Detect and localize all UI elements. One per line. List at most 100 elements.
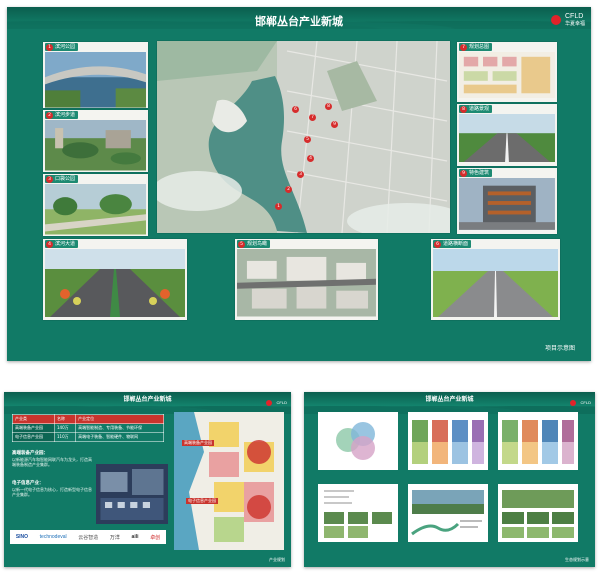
aerial-render bbox=[237, 249, 376, 317]
table-header: 名称 bbox=[53, 414, 77, 424]
card-label: 道路景观 bbox=[469, 106, 490, 112]
industry-board-logo: CFLD bbox=[266, 394, 287, 412]
ecology-board-logo: CFLD bbox=[570, 394, 591, 412]
card-number: 5 bbox=[238, 240, 245, 248]
card-label: 滨河步道 bbox=[55, 112, 76, 118]
logo-sub: 华夏幸福 bbox=[564, 20, 585, 27]
industry-board: 邯郸丛台产业新城 CFLD 产业类 名称 产业定位 高端装备产业园 140万 高… bbox=[4, 392, 291, 567]
brand-logo: SINO bbox=[15, 534, 29, 540]
marker-9: 9 bbox=[331, 121, 338, 128]
top-board-footer-label: 项目示意图 bbox=[544, 345, 575, 352]
eco-panel-photos-2 bbox=[498, 484, 578, 542]
road-photo bbox=[459, 114, 555, 162]
card-number: 7 bbox=[460, 43, 467, 51]
brand-strip: SINO technodeval 云谷智造 万洋 aili 卓创 bbox=[10, 530, 166, 544]
section-render bbox=[433, 249, 558, 317]
map-label-equipment: 高端装备产业园 bbox=[182, 440, 214, 446]
card-label: 口袋公园 bbox=[55, 176, 76, 182]
card-aerial-plan: 5 规划鸟瞰 bbox=[235, 239, 378, 320]
industry-note-1: 高端装备产业园： 以新能源汽车和智能网联汽车为龙头，打造高端装备制造产业集群。 bbox=[12, 450, 94, 468]
marker-4: 4 bbox=[307, 155, 314, 162]
park-photo bbox=[45, 184, 146, 235]
garden-photo bbox=[45, 120, 146, 171]
table-cell: 高端电子装备、智能硬件、物联网 bbox=[75, 432, 164, 442]
card-label: 滨河公园 bbox=[55, 44, 76, 50]
marker-2: 2 bbox=[285, 186, 292, 193]
card-label: 规划鸟瞰 bbox=[247, 241, 268, 247]
card-number: 3 bbox=[46, 175, 53, 183]
bridge-photo bbox=[45, 52, 146, 108]
logo-text: CFLD bbox=[276, 399, 287, 405]
plan-drawing bbox=[459, 52, 555, 99]
eco-panel-venn bbox=[318, 412, 398, 470]
factory-photo bbox=[96, 464, 168, 524]
ecology-board: 邯郸丛台产业新城 CFLD 生态规划示意 bbox=[304, 392, 595, 567]
brand-logo: 万洋 bbox=[109, 534, 120, 541]
card-number: 1 bbox=[46, 43, 53, 51]
eco-panel-columns-1 bbox=[408, 412, 488, 470]
card-riverside-park: 1 滨河公园 bbox=[43, 42, 148, 108]
logo-text: CFLD bbox=[564, 12, 584, 20]
marker-1: 1 bbox=[275, 203, 282, 210]
brand-logo: aili bbox=[131, 534, 139, 540]
card-number: 4 bbox=[46, 240, 53, 248]
aerial-master-plan: 1 2 3 4 5 6 7 8 9 bbox=[157, 41, 450, 233]
brand-logo: 卓创 bbox=[150, 534, 161, 541]
card-label: 滨河大道 bbox=[55, 241, 76, 247]
eco-panel-columns-2 bbox=[498, 412, 578, 470]
map-label-electronics: 电子信息产业园 bbox=[186, 498, 218, 504]
top-board-logo: CFLD 华夏幸福 bbox=[550, 11, 585, 29]
industry-table: 产业类 名称 产业定位 高端装备产业园 140万 高端智能制造、专用装备、节能环… bbox=[12, 414, 164, 442]
logo-text: CFLD bbox=[580, 399, 591, 405]
eco-panel-wetland bbox=[408, 484, 488, 542]
brand-logo: 云谷智造 bbox=[78, 534, 99, 541]
building-photo bbox=[459, 178, 555, 230]
table-cell: 高端装备产业园 bbox=[12, 423, 55, 433]
industry-board-footer: 产业规划 bbox=[269, 557, 285, 562]
card-label: 道路横断面 bbox=[443, 241, 469, 247]
card-road-section: 6 道路横断面 bbox=[431, 239, 560, 320]
card-label: 规划总图 bbox=[469, 44, 490, 50]
marker-7: 7 bbox=[309, 114, 316, 121]
card-riverside-walk: 2 滨河步道 bbox=[43, 110, 148, 172]
brand-logo: technodeval bbox=[39, 534, 67, 540]
marker-8: 8 bbox=[325, 103, 332, 110]
table-row: 电子信息产业园 110万 高端电子装备、智能硬件、物联网 bbox=[12, 432, 164, 442]
card-number: 9 bbox=[460, 169, 467, 177]
card-riverside-avenue: 4 滨河大道 bbox=[43, 239, 187, 320]
eco-panel-photos-1 bbox=[318, 484, 398, 542]
card-number: 6 bbox=[434, 240, 441, 248]
industry-board-title: 邯郸丛台产业新城 bbox=[123, 396, 172, 403]
card-feature-building: 9 特色建筑 bbox=[457, 168, 557, 234]
table-cell: 高端智能制造、专用装备、节能环保 bbox=[75, 423, 164, 433]
table-row: 高端装备产业园 140万 高端智能制造、专用装备、节能环保 bbox=[12, 423, 164, 433]
table-cell: 电子信息产业园 bbox=[12, 432, 55, 442]
card-pocket-park: 3 口袋公园 bbox=[43, 174, 148, 236]
table-header: 产业类 bbox=[12, 414, 55, 424]
note-title: 高端装备产业园： bbox=[12, 451, 48, 456]
marker-3: 3 bbox=[297, 171, 304, 178]
card-number: 8 bbox=[460, 105, 467, 113]
table-cell: 110万 bbox=[53, 432, 77, 442]
card-master-plan: 7 规划总图 bbox=[457, 42, 557, 102]
top-board-title: 邯郸丛台产业新城 bbox=[255, 15, 343, 28]
ecology-board-footer: 生态规划示意 bbox=[565, 557, 589, 562]
avenue-render bbox=[45, 249, 185, 317]
industry-note-2: 电子信息产业： 以新一代电子信息为核心，打造新型电子信息产业集群。 bbox=[12, 480, 94, 498]
cfld-logo-icon bbox=[266, 399, 273, 406]
marker-6: 6 bbox=[292, 106, 299, 113]
note-title: 电子信息产业： bbox=[12, 481, 44, 486]
note-body: 以新一代电子信息为核心，打造新型电子信息产业集群。 bbox=[12, 486, 92, 498]
table-header: 产业定位 bbox=[75, 414, 164, 424]
ecology-board-title: 邯郸丛台产业新城 bbox=[425, 396, 474, 403]
top-board: 邯郸丛台产业新城 CFLD 华夏幸福 1滨河公园 2滨河步道 3口袋公园 bbox=[7, 7, 591, 361]
card-road-landscape: 8 道路景观 bbox=[457, 104, 557, 166]
cfld-logo-icon bbox=[550, 14, 561, 25]
table-cell: 140万 bbox=[53, 423, 77, 433]
card-label: 特色建筑 bbox=[469, 170, 490, 176]
marker-5: 5 bbox=[304, 136, 311, 143]
card-number: 2 bbox=[46, 111, 53, 119]
cfld-logo-icon bbox=[570, 399, 577, 406]
note-body: 以新能源汽车和智能网联汽车为龙头，打造高端装备制造产业集群。 bbox=[12, 456, 92, 468]
industry-map bbox=[174, 412, 284, 550]
